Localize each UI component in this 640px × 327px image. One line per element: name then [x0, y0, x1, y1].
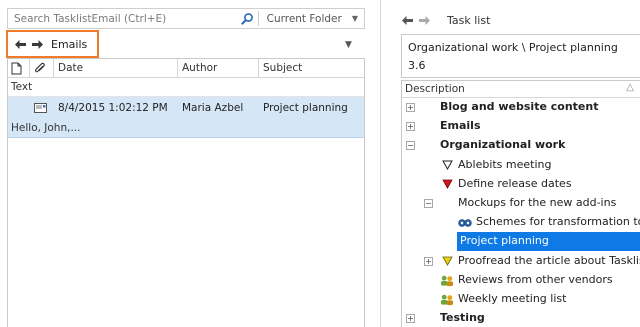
tree-item-label: Testing: [440, 311, 485, 325]
tree-item-blog[interactable]: + Blog and website content: [402, 98, 640, 117]
task-value: 3.6: [408, 59, 426, 72]
tree-item-label: Ablebits meeting: [458, 157, 552, 171]
row-subject: Project planning: [263, 101, 348, 114]
tree-item-define-release-dates[interactable]: Define release dates: [402, 175, 640, 194]
expand-icon[interactable]: +: [406, 103, 415, 112]
tree-header[interactable]: Description △: [402, 81, 640, 98]
tree-item-project-planning[interactable]: Project planning: [402, 232, 640, 252]
expand-icon[interactable]: +: [406, 314, 415, 324]
expand-icon[interactable]: +: [406, 122, 415, 132]
search-bar: Current Folder ▼: [7, 8, 365, 29]
search-icon[interactable]: [236, 9, 258, 28]
tree-item-schemes[interactable]: Schemes for transformation tools: [402, 213, 640, 232]
tree-item-label: Proofread the article about Tasklist: [458, 253, 640, 267]
left-nav-bar: Emails: [6, 30, 99, 58]
right-nav-title: Task list: [447, 13, 491, 27]
tree-item-reviews[interactable]: Reviews from other vendors: [402, 271, 640, 290]
email-icon: [8, 97, 54, 118]
tree-item-label: Blog and website content: [440, 100, 599, 113]
people-icon: [440, 293, 454, 307]
left-nav-title: Emails: [51, 37, 88, 51]
email-pane: Current Folder ▼ Emails ▼ Date Author Su…: [0, 0, 372, 327]
tree-item-weekly-meeting[interactable]: Weekly meeting list: [402, 290, 640, 309]
left-nav-dropdown-icon[interactable]: ▼: [345, 40, 357, 50]
attachment-icon[interactable]: [30, 59, 54, 77]
tree-item-label: Reviews from other vendors: [458, 272, 613, 286]
flag-red-icon: [440, 178, 454, 192]
search-input[interactable]: [8, 9, 236, 28]
tree-item-label: Organizational work: [440, 138, 566, 152]
tree-item-mockups[interactable]: − Mockups for the new add-ins: [402, 194, 640, 213]
tree-item-label: Emails: [440, 119, 481, 133]
tree-item-label: Define release dates: [458, 176, 572, 190]
email-grid: Date Author Subject Text 8/4/2015 1:02:1…: [7, 58, 365, 327]
task-tree: Description △ + Blog and website content…: [401, 80, 640, 327]
tree-item-emails[interactable]: + Emails: [402, 117, 640, 136]
tree-item-proofread[interactable]: + Proofread the article about Tasklist: [402, 252, 640, 271]
back-arrow-icon[interactable]: [399, 11, 416, 29]
tree-item-label: Weekly meeting list: [458, 291, 567, 305]
tree-item-testing[interactable]: + Testing: [402, 309, 640, 327]
search-scope-dropdown[interactable]: Current Folder ▼: [259, 9, 364, 28]
expand-icon[interactable]: +: [424, 256, 433, 266]
people-icon: [440, 274, 454, 288]
row-preview[interactable]: Hello, John,...: [8, 118, 364, 138]
grid-header: Date Author Subject: [8, 59, 364, 78]
table-row[interactable]: 8/4/2015 1:02:12 PM Maria Azbel Project …: [8, 97, 364, 118]
row-author: Maria Azbel: [182, 101, 244, 114]
flag-yellow-icon: [440, 255, 454, 269]
column-header-description: Description: [405, 83, 465, 95]
task-pane: Task list Organizational work \ Project …: [381, 0, 640, 327]
search-scope-label: Current Folder: [266, 12, 342, 25]
link-icon: [458, 216, 472, 230]
tree-item-ablebits-meeting[interactable]: Ablebits meeting: [402, 156, 640, 175]
tree-item-label: Mockups for the new add-ins: [458, 195, 617, 209]
flag-outline-icon: [440, 159, 454, 173]
task-info-panel: Organizational work \ Project planning 3…: [401, 34, 640, 78]
tree-item-label: Project planning: [460, 234, 549, 248]
chevron-down-icon: ▼: [351, 14, 358, 23]
back-arrow-icon[interactable]: [12, 35, 29, 53]
sort-ascending-icon: △: [626, 82, 634, 93]
tree-item-organizational-work[interactable]: − Organizational work: [402, 136, 640, 155]
collapse-icon[interactable]: −: [406, 141, 415, 151]
right-nav-bar: Task list: [381, 10, 490, 30]
collapse-icon[interactable]: −: [424, 198, 433, 208]
row-date: 8/4/2015 1:02:12 PM: [58, 101, 168, 114]
forward-arrow-icon[interactable]: [416, 11, 433, 29]
column-header-author[interactable]: Author: [178, 59, 259, 77]
forward-arrow-icon[interactable]: [29, 35, 46, 53]
column-header-subject[interactable]: Subject: [259, 59, 364, 77]
task-path: Organizational work \ Project planning: [408, 41, 618, 54]
column-header-date[interactable]: Date: [54, 59, 178, 77]
group-label: Text: [8, 78, 364, 97]
tree-item-label: Schemes for transformation tools: [476, 215, 640, 229]
document-icon[interactable]: [8, 59, 30, 77]
